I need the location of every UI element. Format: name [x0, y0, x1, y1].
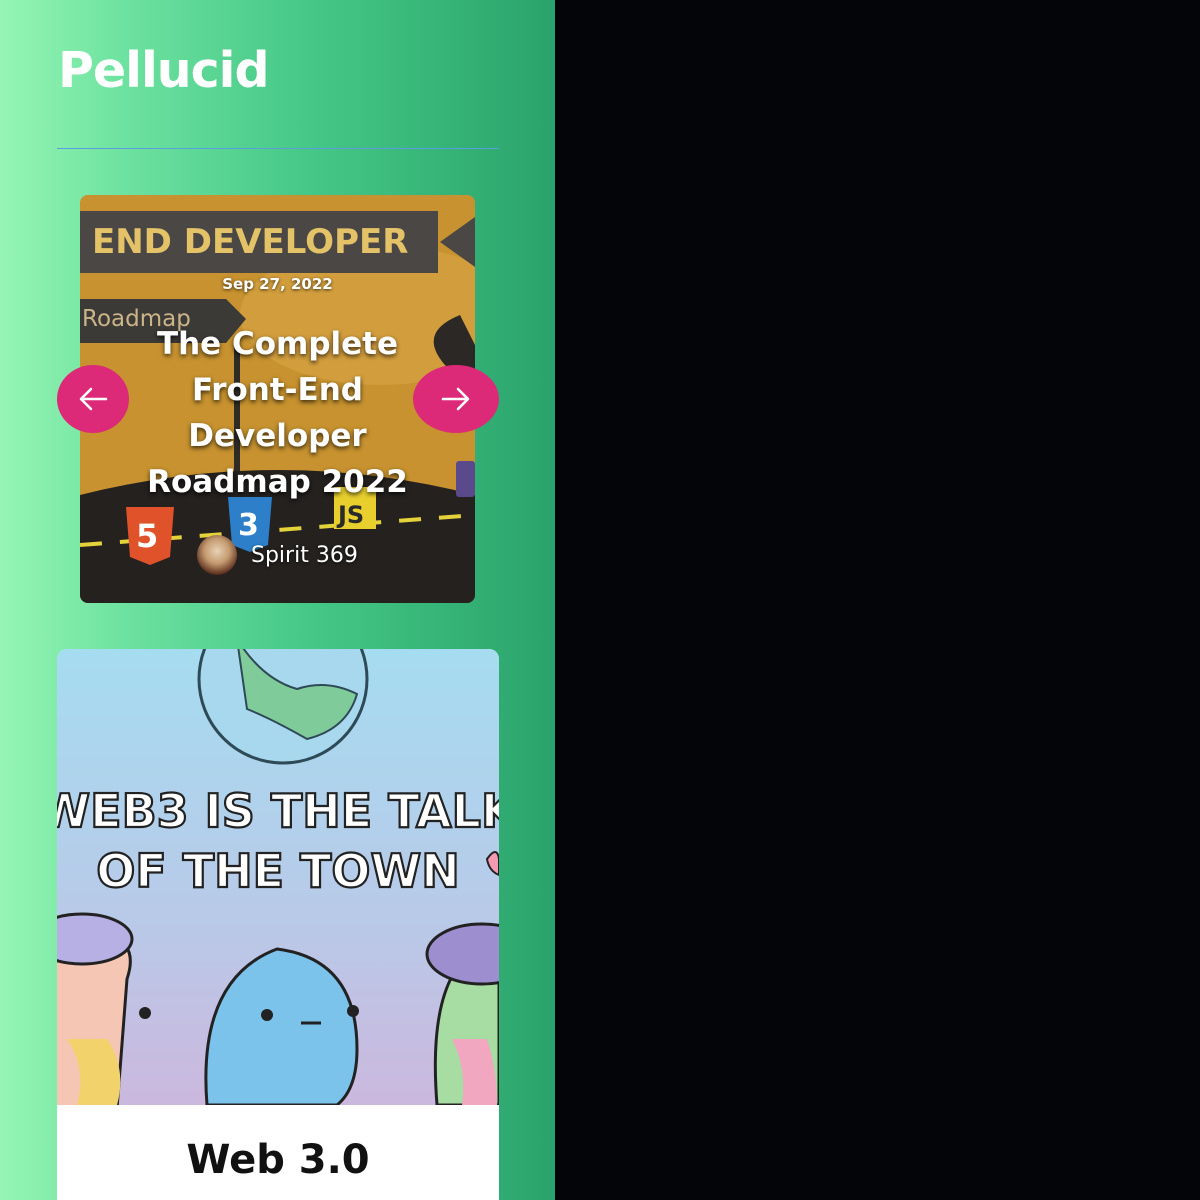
post-card-image: WEB3 IS THE TALK OF THE TOWN: [57, 649, 499, 1105]
avatar: [197, 535, 237, 575]
svg-text:WEB3 IS THE TALK: WEB3 IS THE TALK: [57, 784, 499, 838]
author-name: Spirit 369: [251, 543, 358, 568]
post-date: Sep 27, 2022: [222, 275, 333, 293]
slide-image-banner: END DEVELOPER: [92, 222, 408, 262]
post-card[interactable]: WEB3 IS THE TALK OF THE TOWN Web 3.0: [57, 649, 499, 1200]
right-dark-area: [555, 0, 1200, 1200]
post-card-title[interactable]: Web 3.0: [57, 1137, 499, 1183]
post-title[interactable]: The Complete Front-End Developer Roadmap…: [120, 321, 435, 505]
arrow-left-icon: [79, 387, 108, 411]
site-logo[interactable]: Pellucid: [58, 42, 270, 101]
svg-text:OF THE TOWN: OF THE TOWN: [96, 844, 460, 898]
carousel-next-button[interactable]: [413, 365, 499, 433]
arrow-right-icon: [441, 387, 470, 411]
featured-carousel: END DEVELOPER Roadmap 5 3 JS Sep 27, 202…: [57, 195, 499, 605]
svg-text:JS: JS: [336, 501, 364, 529]
svg-text:5: 5: [136, 517, 158, 555]
svg-text:3: 3: [238, 508, 259, 543]
left-panel: Pellucid END DEVELOPER Roadmap 5 3 JS Se…: [0, 0, 555, 1200]
carousel-prev-button[interactable]: [57, 365, 129, 433]
divider: [57, 148, 499, 149]
